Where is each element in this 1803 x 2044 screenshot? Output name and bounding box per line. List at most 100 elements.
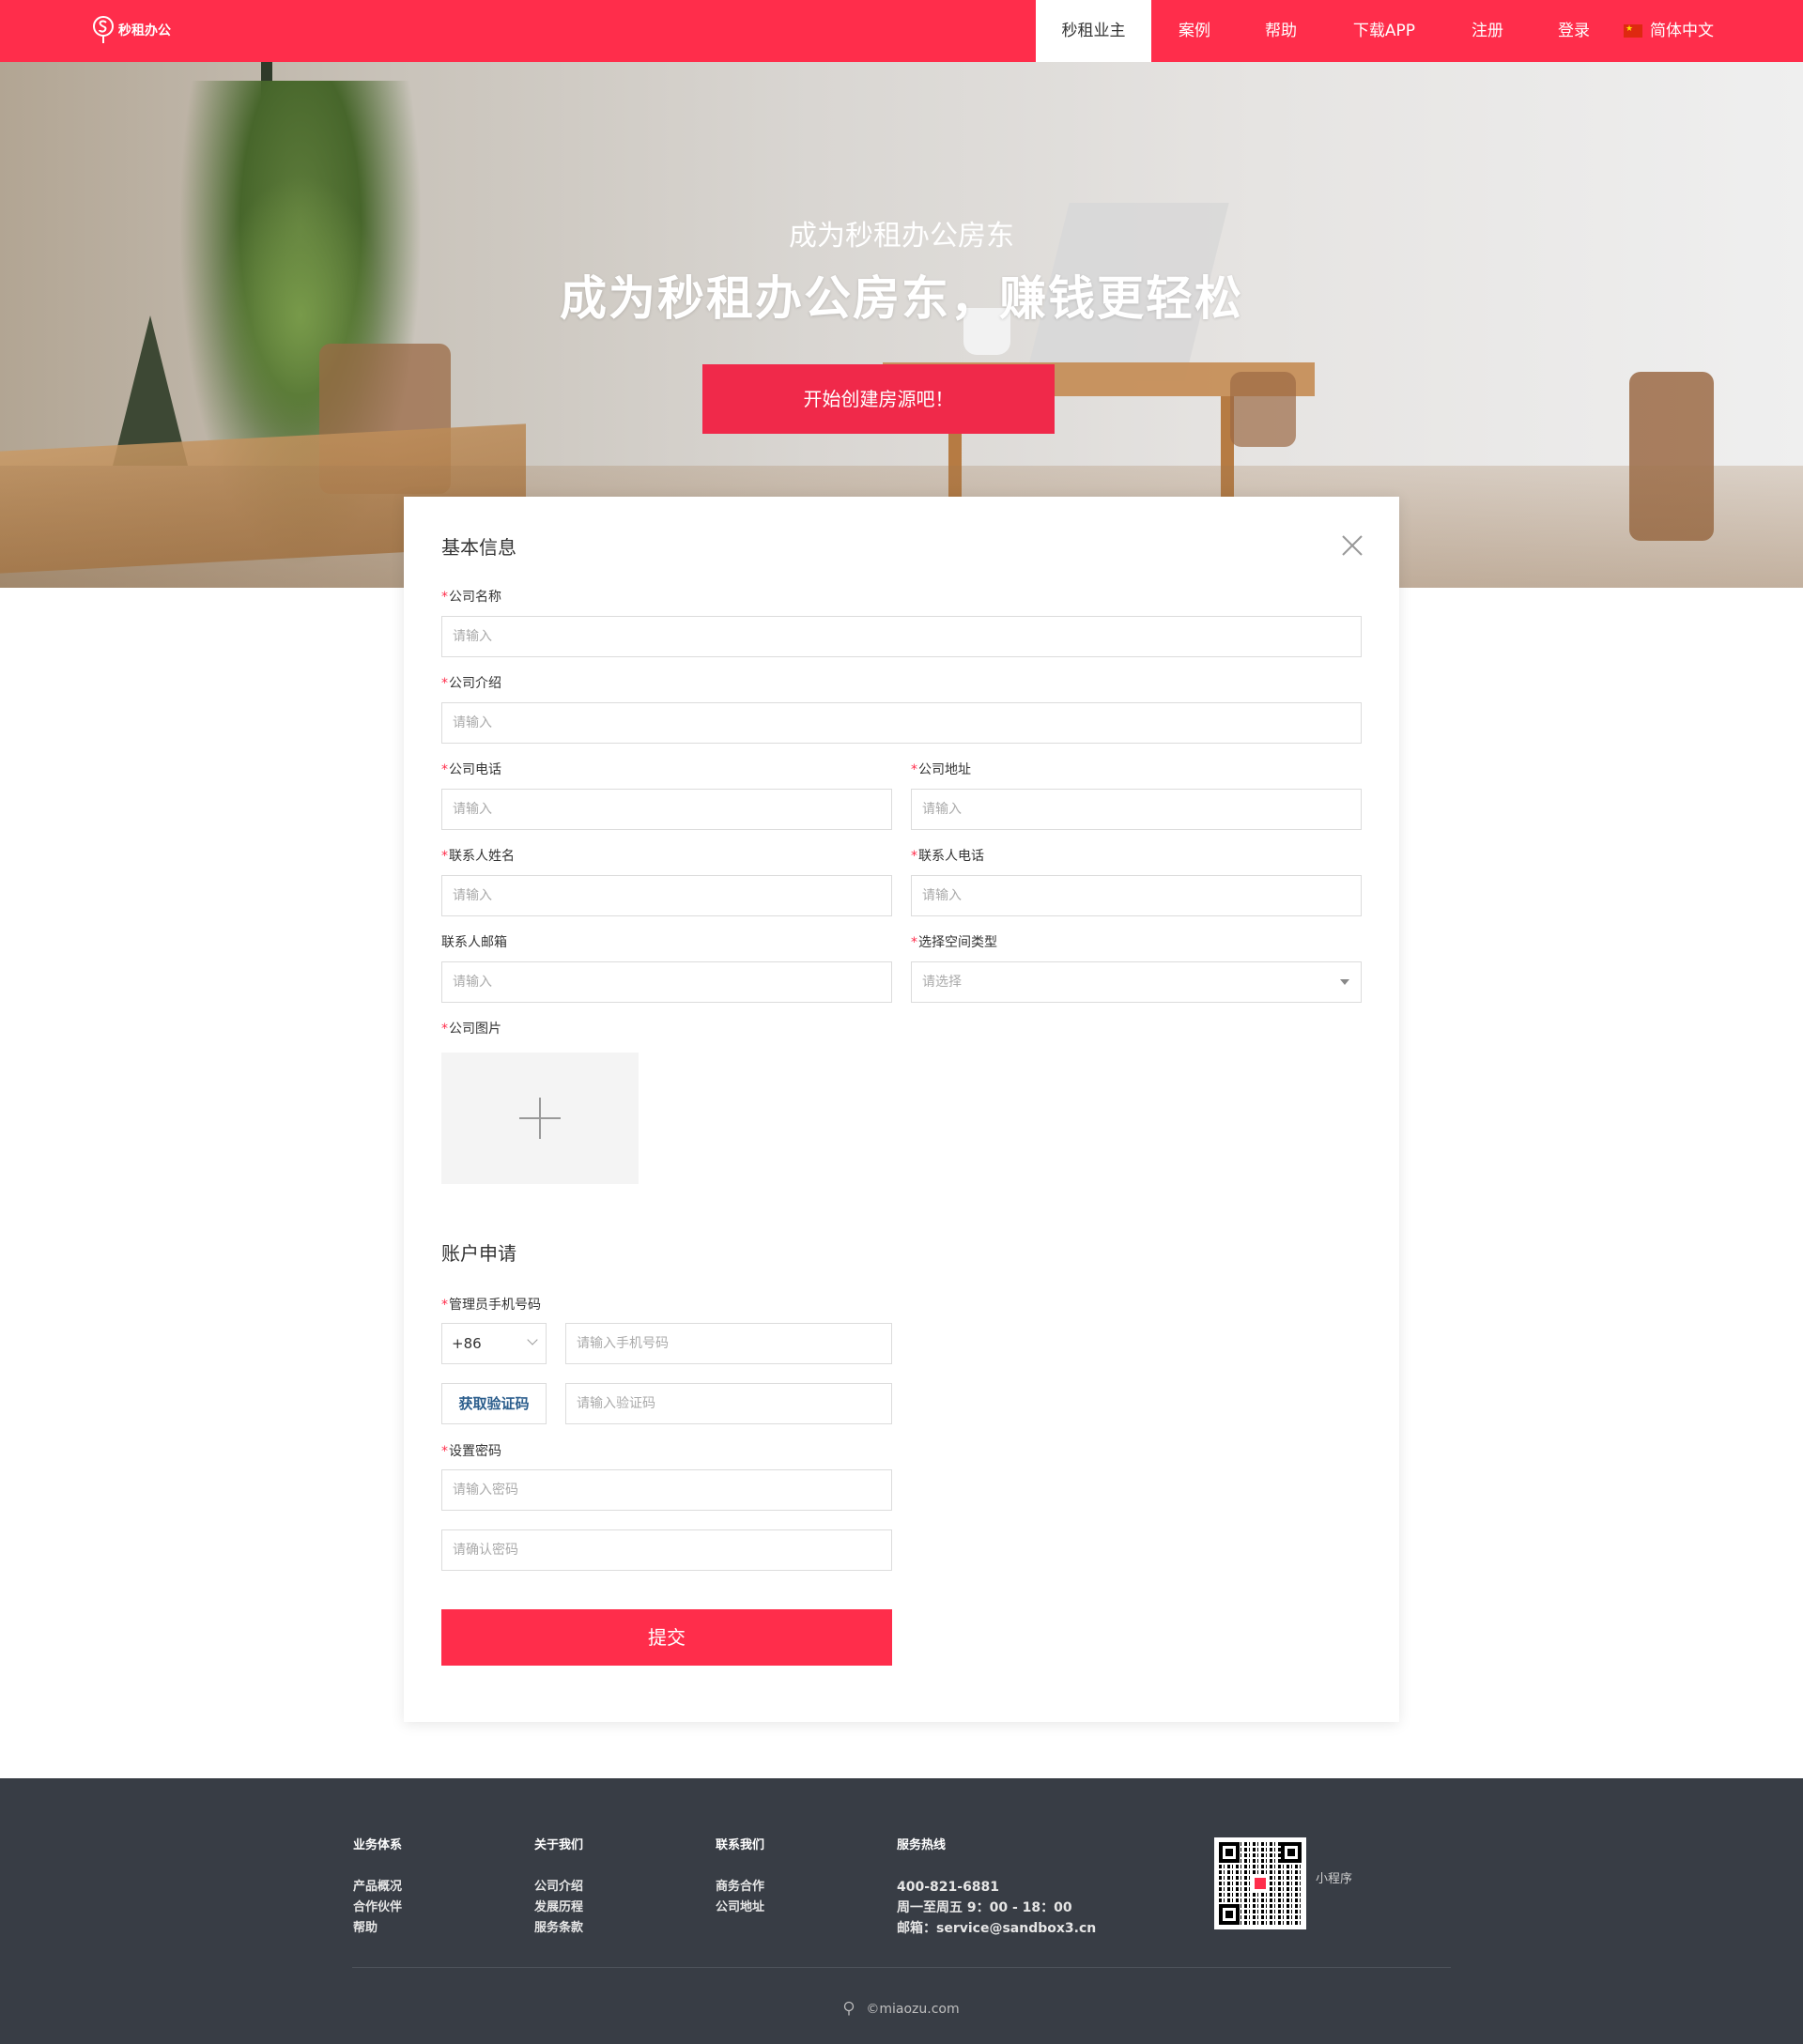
label-text: 公司地址 [918, 762, 971, 777]
caret-down-icon [1340, 979, 1349, 985]
footer-link[interactable]: 公司地址 [716, 1898, 764, 1918]
contact-email-input[interactable]: 请输入 [441, 961, 892, 1003]
label-text: 公司图片 [449, 1022, 501, 1037]
company-address-label: *公司地址 [911, 760, 971, 778]
company-images-label: *公司图片 [441, 1019, 501, 1037]
required-mark: * [911, 762, 917, 777]
nav-item-owner[interactable]: 秒租业主 [1036, 0, 1151, 62]
admin-phone-label: *管理员手机号码 [441, 1295, 541, 1314]
required-mark: * [911, 935, 917, 950]
hero-subtitle: 成为秒租办公房东 [789, 220, 1014, 253]
chevron-down-icon [527, 1334, 538, 1345]
footer-column-contact: 联系我们 商务合作 公司地址 [716, 1835, 764, 1918]
logo-icon [93, 16, 114, 43]
footer-column-title: 联系我们 [716, 1838, 765, 1852]
label-text: 设置密码 [449, 1444, 501, 1459]
footer: 业务体系 产品概况 合作伙伴 帮助 关于我们 公司介绍 发展历程 服务条款 联系… [0, 1778, 1803, 2044]
nav-item-login[interactable]: 登录 [1531, 0, 1617, 62]
contact-phone-input[interactable]: 请输入 [911, 875, 1362, 916]
hero-decoration [1230, 372, 1296, 447]
space-type-select[interactable]: 请选择 [911, 961, 1362, 1003]
company-name-label: *公司名称 [441, 587, 501, 606]
footer-column-title: 业务体系 [353, 1838, 403, 1852]
footer-column-title: 服务热线 [897, 1838, 947, 1852]
password-label: *设置密码 [441, 1441, 501, 1460]
country-code-value: +86 [452, 1335, 482, 1352]
nav-item-cases[interactable]: 案例 [1151, 0, 1238, 62]
hotline-phone: 400-821-6881 [897, 1880, 1000, 1895]
language-switcher[interactable]: 简体中文 [1617, 0, 1720, 62]
nav-item-register[interactable]: 注册 [1444, 0, 1531, 62]
china-flag-icon [1624, 23, 1642, 38]
label-text: 联系人姓名 [449, 849, 515, 864]
footer-link[interactable]: 服务条款 [534, 1918, 583, 1939]
qr-logo-icon [1253, 1876, 1268, 1891]
country-code-select[interactable]: +86 [441, 1323, 547, 1364]
company-phone-input[interactable]: 请输入 [441, 789, 892, 830]
copyright: ©miaozu.com [0, 2001, 1803, 2017]
company-intro-label: *公司介绍 [441, 673, 501, 692]
qr-finder [1219, 1904, 1240, 1925]
footer-link[interactable]: 帮助 [353, 1918, 402, 1939]
hotline-hours: 周一至周五 9：00 - 18：00 [897, 1900, 1072, 1915]
contact-name-input[interactable]: 请输入 [441, 875, 892, 916]
image-upload-button[interactable] [441, 1053, 639, 1184]
footer-divider [352, 1967, 1451, 1968]
confirm-password-input[interactable]: 请确认密码 [441, 1529, 892, 1571]
required-mark: * [441, 1444, 448, 1459]
password-input[interactable]: 请输入密码 [441, 1469, 892, 1511]
admin-phone-input[interactable]: 请输入手机号码 [565, 1323, 892, 1364]
footer-column-title: 关于我们 [534, 1838, 584, 1852]
company-address-input[interactable]: 请输入 [911, 789, 1362, 830]
copyright-text: ©miaozu.com [866, 2002, 960, 2017]
footer-link[interactable]: 合作伙伴 [353, 1898, 402, 1918]
label-text: 管理员手机号码 [449, 1298, 541, 1313]
required-mark: * [441, 762, 448, 777]
nav-item-download-app[interactable]: 下载APP [1324, 0, 1444, 62]
required-mark: * [441, 676, 448, 691]
label-text: 公司介绍 [449, 676, 501, 691]
logo-text: 秒租办公 [118, 23, 171, 38]
qr-finder [1281, 1842, 1302, 1863]
qr-label: 小程序 [1316, 1872, 1353, 1886]
hotline-email: 邮箱：service@sandbox3.cn [897, 1921, 1097, 1936]
contact-name-label: *联系人姓名 [441, 846, 515, 865]
top-nav: 秒租办公 秒租业主 案例 帮助 下载APP 注册 登录 简体中文 [0, 0, 1803, 62]
footer-column-business: 业务体系 产品概况 合作伙伴 帮助 [353, 1835, 402, 1939]
contact-phone-label: *联系人电话 [911, 846, 984, 865]
required-mark: * [441, 590, 448, 605]
language-label: 简体中文 [1650, 22, 1714, 40]
qr-pattern [1219, 1842, 1302, 1925]
mini-program-qr-code [1214, 1837, 1306, 1929]
footer-link[interactable]: 发展历程 [534, 1898, 583, 1918]
label-text: 公司电话 [449, 762, 501, 777]
select-placeholder: 请选择 [922, 975, 962, 990]
required-mark: * [911, 849, 917, 864]
create-listing-button[interactable]: 开始创建房源吧！ [702, 364, 1055, 434]
company-intro-input[interactable]: 请输入 [441, 702, 1362, 744]
nav-item-help[interactable]: 帮助 [1238, 0, 1324, 62]
label-text: 联系人邮箱 [441, 935, 507, 950]
account-section-title: 账户申请 [441, 1242, 516, 1265]
company-phone-label: *公司电话 [441, 760, 501, 778]
required-mark: * [441, 1022, 448, 1037]
nav-menu: 秒租业主 案例 帮助 下载APP 注册 登录 简体中文 [1036, 0, 1720, 62]
close-icon[interactable] [1339, 532, 1365, 559]
location-pin-icon [844, 2001, 855, 2016]
registration-form-card: 基本信息 *公司名称 请输入 *公司介绍 请输入 *公司电话 请输入 *公司地址… [404, 497, 1399, 1722]
required-mark: * [441, 849, 448, 864]
required-mark: * [441, 1298, 448, 1313]
company-name-input[interactable]: 请输入 [441, 616, 1362, 657]
logo[interactable]: 秒租办公 [92, 15, 171, 45]
verification-code-input[interactable]: 请输入验证码 [565, 1383, 892, 1424]
footer-link[interactable]: 公司介绍 [534, 1877, 583, 1898]
submit-button[interactable]: 提交 [441, 1609, 892, 1666]
footer-column-about: 关于我们 公司介绍 发展历程 服务条款 [534, 1835, 583, 1939]
space-type-label: *选择空间类型 [911, 932, 997, 951]
label-text: 选择空间类型 [918, 935, 997, 950]
footer-column-hotline: 服务热线 400-821-6881 周一至周五 9：00 - 18：00 邮箱：… [897, 1835, 1096, 1939]
get-verification-code-button[interactable]: 获取验证码 [441, 1383, 547, 1424]
basic-info-title: 基本信息 [441, 536, 516, 559]
footer-link[interactable]: 商务合作 [716, 1877, 764, 1898]
footer-link[interactable]: 产品概况 [353, 1877, 402, 1898]
